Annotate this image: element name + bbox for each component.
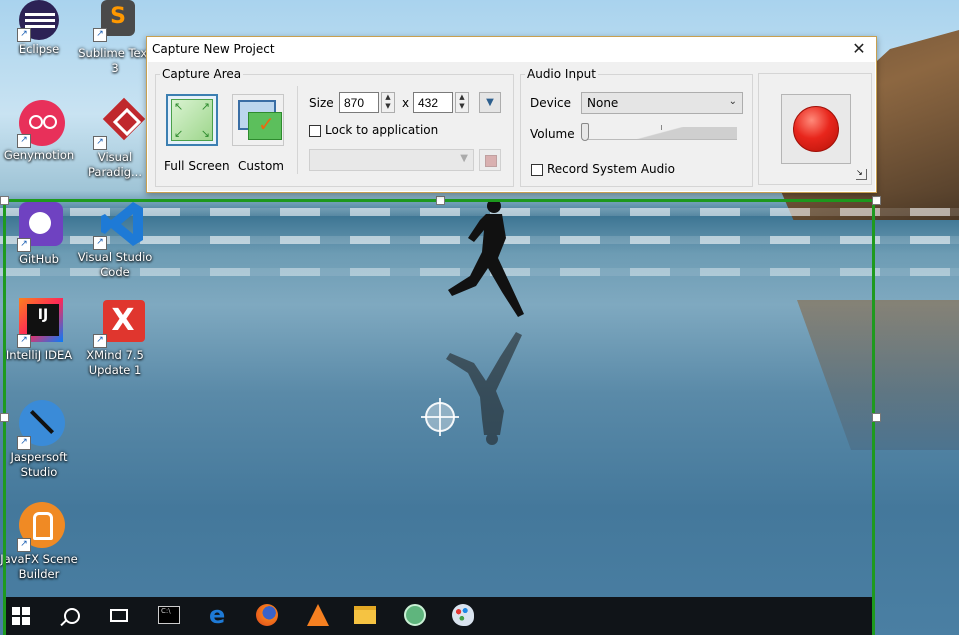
application-select[interactable]: ▼ bbox=[309, 149, 474, 171]
lock-to-application-checkbox[interactable] bbox=[309, 125, 321, 137]
visual-paradigm-icon: ↗ bbox=[91, 97, 146, 150]
dialog-titlebar[interactable]: Capture New Project ✕ bbox=[147, 37, 876, 62]
size-times-label: x bbox=[402, 96, 410, 110]
volume-label: Volume bbox=[530, 127, 575, 141]
sublime-text-icon: S ↗ bbox=[91, 0, 139, 48]
dialog-body: Capture Area ↖ ↗ ↙ ↘ Full Screen ✓ Custo… bbox=[148, 62, 875, 191]
desktop-icon-visual-paradigm[interactable]: ↗ Visual Paradig... bbox=[76, 97, 154, 180]
genymotion-icon: ↗ bbox=[15, 98, 65, 148]
command-prompt-icon[interactable]: C:\ bbox=[158, 606, 180, 624]
device-label: Device bbox=[530, 96, 572, 110]
volume-slider[interactable] bbox=[581, 121, 739, 143]
divider bbox=[297, 86, 298, 174]
move-crosshair-icon[interactable] bbox=[421, 398, 459, 436]
width-spinner[interactable]: ▲ ▼ bbox=[381, 92, 395, 113]
taskbar: C:\ e bbox=[6, 597, 872, 635]
eclipse-icon: ↗ bbox=[15, 0, 63, 48]
pick-window-button[interactable] bbox=[479, 149, 501, 171]
resize-handle-top-right[interactable] bbox=[872, 196, 881, 205]
custom-area-icon: ✓ bbox=[236, 98, 282, 142]
firefox-icon[interactable] bbox=[256, 604, 278, 626]
full-screen-button[interactable]: ↖ ↗ ↙ ↘ bbox=[166, 94, 218, 146]
volume-thumb[interactable] bbox=[581, 123, 589, 141]
full-screen-label: Full Screen bbox=[164, 159, 230, 173]
volume-tick bbox=[661, 125, 662, 130]
size-label: Size bbox=[309, 96, 334, 110]
resize-handle-left[interactable] bbox=[0, 413, 9, 422]
width-input[interactable] bbox=[339, 92, 379, 113]
resize-handle-top[interactable] bbox=[436, 196, 445, 205]
audio-device-value: None bbox=[587, 96, 619, 110]
size-presets-dropdown[interactable]: ▼ bbox=[479, 92, 501, 113]
record-system-audio-checkbox[interactable] bbox=[531, 164, 543, 176]
file-explorer-icon[interactable] bbox=[354, 606, 376, 624]
record-system-audio-label: Record System Audio bbox=[547, 162, 675, 176]
search-icon[interactable] bbox=[60, 608, 80, 627]
custom-label: Custom bbox=[238, 159, 284, 173]
capture-new-project-dialog: Capture New Project ✕ Capture Area ↖ ↗ ↙… bbox=[146, 36, 877, 193]
desktop-icon-label: Sublime Text 3 bbox=[78, 46, 152, 75]
custom-button[interactable]: ✓ bbox=[232, 94, 284, 146]
chevron-down-icon: ⌄ bbox=[728, 96, 737, 107]
lock-to-application-label: Lock to application bbox=[325, 123, 439, 137]
desktop-icon-label: Visual Paradig... bbox=[87, 150, 142, 179]
resize-handle-right[interactable] bbox=[872, 413, 881, 422]
record-panel: ↘ bbox=[758, 73, 872, 185]
audio-device-select[interactable]: None ⌄ bbox=[581, 92, 743, 114]
atom-icon[interactable] bbox=[404, 604, 426, 626]
paint-icon[interactable] bbox=[452, 604, 474, 626]
close-icon[interactable]: ✕ bbox=[848, 39, 870, 59]
resize-handle-top-left[interactable] bbox=[0, 196, 9, 205]
crosshair-picker-icon bbox=[485, 155, 497, 167]
edge-icon[interactable]: e bbox=[209, 603, 231, 627]
fullscreen-icon: ↖ ↗ ↙ ↘ bbox=[171, 99, 213, 141]
volume-track bbox=[587, 127, 737, 140]
desktop-icon-sublime-text[interactable]: S ↗ Sublime Text 3 bbox=[76, 0, 154, 76]
desktop-icon-genymotion[interactable]: ↗ Genymotion bbox=[0, 98, 78, 163]
expand-options-icon[interactable]: ↘ bbox=[856, 169, 867, 180]
task-view-icon[interactable] bbox=[110, 609, 128, 622]
desktop-icon-label: Genymotion bbox=[3, 148, 75, 162]
desktop-icon-eclipse[interactable]: ↗ Eclipse bbox=[0, 0, 78, 57]
height-input[interactable] bbox=[413, 92, 453, 113]
capture-area-legend: Capture Area bbox=[162, 67, 242, 81]
dialog-title: Capture New Project bbox=[152, 42, 275, 56]
record-button[interactable] bbox=[781, 94, 851, 164]
record-icon bbox=[793, 106, 839, 152]
windows-start-icon[interactable] bbox=[12, 607, 30, 625]
audio-input-legend: Audio Input bbox=[527, 67, 596, 81]
chevron-down-icon: ▼ bbox=[460, 153, 468, 164]
height-spinner[interactable]: ▲ ▼ bbox=[455, 92, 469, 113]
vlc-icon[interactable] bbox=[307, 604, 329, 626]
